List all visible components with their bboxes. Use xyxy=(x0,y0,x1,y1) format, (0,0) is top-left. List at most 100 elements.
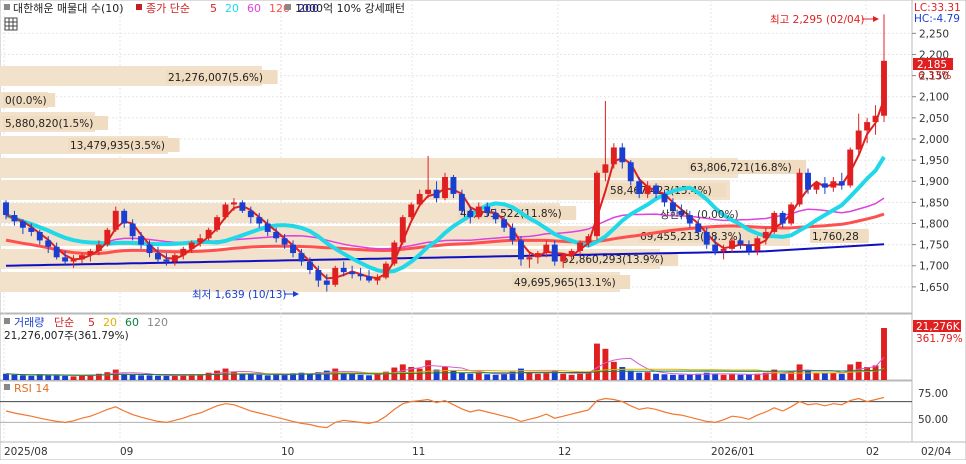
price-tick-label: 2,000 xyxy=(919,134,949,146)
price-tick-label: 2,250 xyxy=(919,28,949,40)
volume-bar xyxy=(247,374,254,380)
candle-body xyxy=(290,244,296,254)
volume-ma-period-60: 60 xyxy=(125,316,139,329)
volume-bar xyxy=(374,374,381,380)
volume-current: 21,276,007주(361.79%) xyxy=(4,330,129,342)
candle-body xyxy=(821,183,828,188)
volume-bar xyxy=(450,370,457,380)
volume-ma-label: 단순 xyxy=(54,316,74,329)
volume-bar xyxy=(821,373,828,380)
candle-body xyxy=(256,217,263,224)
candle-body xyxy=(467,210,474,218)
volume-bar xyxy=(796,364,803,380)
volume-bar xyxy=(661,374,668,380)
volume-profile-label: 1,760,28 xyxy=(812,231,859,243)
volume-bar xyxy=(475,372,482,380)
candle-body xyxy=(847,149,854,186)
candle-body xyxy=(838,181,845,186)
volume-bar xyxy=(745,374,752,380)
candle-body xyxy=(585,236,592,243)
volume-bar xyxy=(830,372,837,380)
volume-bar xyxy=(239,373,246,380)
volume-bar xyxy=(881,328,887,380)
candle-body xyxy=(577,242,584,251)
volume-bar xyxy=(577,373,584,380)
limit-annotation: 상한가 (0.00%) xyxy=(660,209,739,221)
candle-body xyxy=(813,183,820,190)
candle-body xyxy=(19,221,26,228)
volume-bar xyxy=(864,367,871,380)
candle-body xyxy=(475,206,482,218)
candle-body xyxy=(62,257,69,262)
volume-bar xyxy=(62,375,69,380)
candle-body xyxy=(129,223,136,237)
candle-body xyxy=(442,177,448,199)
candle-body xyxy=(484,206,491,213)
volume-bar xyxy=(214,370,221,380)
volume-bar xyxy=(264,375,271,380)
candle-body xyxy=(239,202,246,211)
candle-body xyxy=(340,267,347,273)
price-tick-label: 1,800 xyxy=(919,218,949,230)
time-axis-label: 11 xyxy=(412,446,425,458)
time-axis-label: 12 xyxy=(558,446,571,458)
candle-body xyxy=(610,147,617,165)
candle-body xyxy=(391,242,398,264)
volume-bar xyxy=(644,372,651,380)
volume-profile-label: 5,880,820(1.5%) xyxy=(5,118,93,130)
volume-bar xyxy=(416,368,423,380)
volume-bar xyxy=(712,373,719,380)
candle-body xyxy=(146,244,153,254)
candle-body xyxy=(3,202,9,216)
candle-body xyxy=(36,231,43,241)
candle-body xyxy=(745,244,752,251)
volume-bar xyxy=(594,343,600,380)
candle-body xyxy=(534,253,541,258)
candle-body xyxy=(712,244,719,251)
volume-bar xyxy=(568,374,575,380)
volume-bar xyxy=(19,375,26,380)
volume-bar xyxy=(813,372,820,380)
candle-body xyxy=(382,263,389,278)
candle-body xyxy=(197,238,204,243)
volume-bar xyxy=(425,360,432,380)
candle-body xyxy=(433,189,440,199)
candle-body xyxy=(408,204,415,218)
stock-name: 대한해운 매물대 수(10) xyxy=(13,1,124,15)
volume-bar xyxy=(484,374,491,380)
volume-bar xyxy=(467,373,474,380)
volume-ma-period-120: 120 xyxy=(147,316,168,329)
candle-body xyxy=(771,212,778,232)
candle-body xyxy=(653,185,660,194)
candle-body xyxy=(619,147,626,163)
price-tick-label: 1,750 xyxy=(919,240,949,252)
candle-body xyxy=(805,172,811,190)
grid-toggle-icon[interactable] xyxy=(4,17,18,31)
rsi-panel[interactable] xyxy=(0,380,913,443)
volume-bar xyxy=(70,376,77,380)
volume-ma-period-20: 20 xyxy=(103,316,117,329)
volume-bar xyxy=(3,373,9,380)
hc-label: HC:-4.79 xyxy=(914,13,960,25)
candle-body xyxy=(87,250,94,256)
volume-bar xyxy=(442,367,448,380)
volume-bar xyxy=(543,373,550,380)
candle-body xyxy=(357,274,364,277)
candle-body xyxy=(138,236,145,245)
volume-bar xyxy=(686,374,693,380)
volume-bar xyxy=(366,375,372,380)
volume-bar xyxy=(636,372,643,380)
ma-label: 종가 단순 xyxy=(146,2,190,15)
candle-body xyxy=(450,177,457,194)
candle-body xyxy=(636,181,643,194)
volume-bar xyxy=(678,374,685,380)
candle-body xyxy=(518,240,524,260)
high-label: 최고 2,295 (02/04) xyxy=(770,14,865,26)
candle-body xyxy=(273,231,280,239)
volume-bar xyxy=(669,374,676,380)
candle-body xyxy=(247,210,254,218)
volume-bar xyxy=(653,373,660,380)
ma-period-5: 5 xyxy=(210,2,217,15)
candle-body xyxy=(53,246,60,258)
rsi-tick-75: 75.00 xyxy=(918,388,948,400)
